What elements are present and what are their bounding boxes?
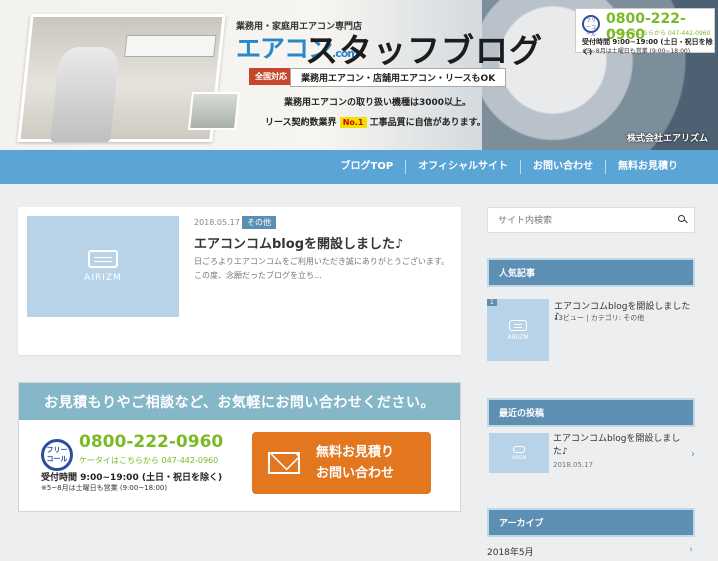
thumbnail-label: AIRIZM (84, 273, 122, 283)
cta-hours: 受付時間 9:00~19:00 (土日・祝日を除く) (41, 473, 223, 483)
archive-item[interactable]: 2018年5月 › (487, 545, 695, 561)
button-label: 無料お見積り お問い合わせ (316, 445, 395, 481)
nav-contact[interactable]: お問い合わせ (520, 160, 605, 174)
popular-item-meta: 13ビュー | カテゴリ: その他 (554, 314, 645, 322)
air-conditioner-icon (88, 250, 118, 268)
cta-phone-number[interactable]: 0800-222-0960 (79, 432, 223, 452)
rank-badge: 1 (487, 299, 497, 306)
mail-icon (268, 452, 300, 474)
recent-thumbnail[interactable]: AIRIZM (489, 433, 549, 473)
nationwide-badge: 全国対応 (249, 68, 293, 85)
post-title[interactable]: エアコンコムblogを開設しました♪ (194, 233, 403, 252)
catchphrase-2: リース契約数業界 No.1 工事品質に自信があります。 (265, 117, 486, 128)
popular-title: 人気記事 (487, 258, 695, 287)
header-mobile-number: ケータイはこちらから 047-442-0960 (606, 30, 711, 37)
main-nav: ブログTOP オフィシャルサイト お問い合わせ 無料お見積り (0, 150, 718, 184)
search-input[interactable] (488, 209, 658, 233)
chevron-right-icon: › (689, 545, 693, 555)
popular-thumbnail[interactable]: AIRIZM (487, 299, 549, 361)
freecall-icon: フリーコール (582, 15, 600, 38)
site-header: 業務用・家庭用エアコン専門店 エアコン.com スタッフブログ 全国対応 業務用… (0, 0, 718, 150)
no1-badge: No.1 (339, 117, 367, 128)
contact-cta: お見積もりやご相談など、お気軽にお問い合わせください。 フリーコール 0800-… (18, 382, 461, 512)
post-category[interactable]: その他 (242, 216, 276, 229)
cta-hours-note: ※5~8月は土曜日も営業 (9:00~18:00) (41, 484, 168, 492)
search-icon[interactable] (678, 215, 685, 222)
archive-widget: アーカイブ 2018年5月 › (487, 508, 695, 561)
nav-blog-top[interactable]: ブログTOP (329, 160, 406, 174)
header-phone-box[interactable]: フリーコール 0800-222-0960 ケータイはこちらから 047-442-… (575, 8, 715, 56)
post-card[interactable]: AIRIZM 2018.05.17 その他 エアコンコムblogを開設しました♪… (18, 207, 461, 355)
page-title: スタッフブログ (305, 31, 543, 70)
recent-item-date: 2018.05.17 (553, 461, 594, 469)
recent-widget: 最近の投稿 AIRIZM エアコンコムblogを開設しました♪ 2018.05.… (487, 398, 695, 473)
freecall-icon: フリーコール (41, 439, 73, 471)
company-name: 株式会社エアリズム (626, 134, 708, 144)
popular-widget: 人気記事 1 AIRIZM エアコンコムblogを開設しました♪ 13ビュー |… (487, 258, 695, 361)
header-hours-note: ※5~8月は土曜日も営業 (9:00~18:00) (582, 48, 691, 55)
archive-title: アーカイブ (487, 508, 695, 537)
recent-item-title[interactable]: エアコンコムblogを開設しました♪ (553, 433, 683, 459)
service-badge: 業務用エアコン・店舗用エアコン・リースもOK (290, 68, 507, 87)
popular-item[interactable]: 1 AIRIZM エアコンコムblogを開設しました♪ 13ビュー | カテゴリ… (487, 299, 695, 361)
nav-free-estimate[interactable]: 無料お見積り (605, 160, 690, 174)
air-conditioner-icon (513, 446, 525, 453)
recent-title: 最近の投稿 (487, 398, 695, 427)
recent-item[interactable]: AIRIZM エアコンコムblogを開設しました♪ 2018.05.17 › (487, 433, 695, 473)
post-excerpt: 日ごろよりエアコンコムをご利用いただき誠にありがとうございます。この度、念願だっ… (194, 257, 450, 280)
catchphrase-1: 業務用エアコンの取り扱い機種は3000以上。 (284, 98, 472, 108)
air-conditioner-icon (509, 319, 527, 331)
post-thumbnail[interactable]: AIRIZM (27, 216, 179, 317)
cta-heading: お見積もりやご相談など、お気軽にお問い合わせください。 (19, 383, 460, 420)
post-date: 2018.05.17 (194, 218, 240, 227)
free-estimate-button[interactable]: 無料お見積り お問い合わせ (252, 432, 431, 494)
cta-mobile-number: ケータイはこちらから 047-442-0960 (79, 456, 219, 465)
nav-official-site[interactable]: オフィシャルサイト (405, 160, 520, 174)
site-search (487, 207, 695, 233)
chevron-right-icon: › (691, 449, 695, 460)
header-photo-small (188, 92, 240, 130)
